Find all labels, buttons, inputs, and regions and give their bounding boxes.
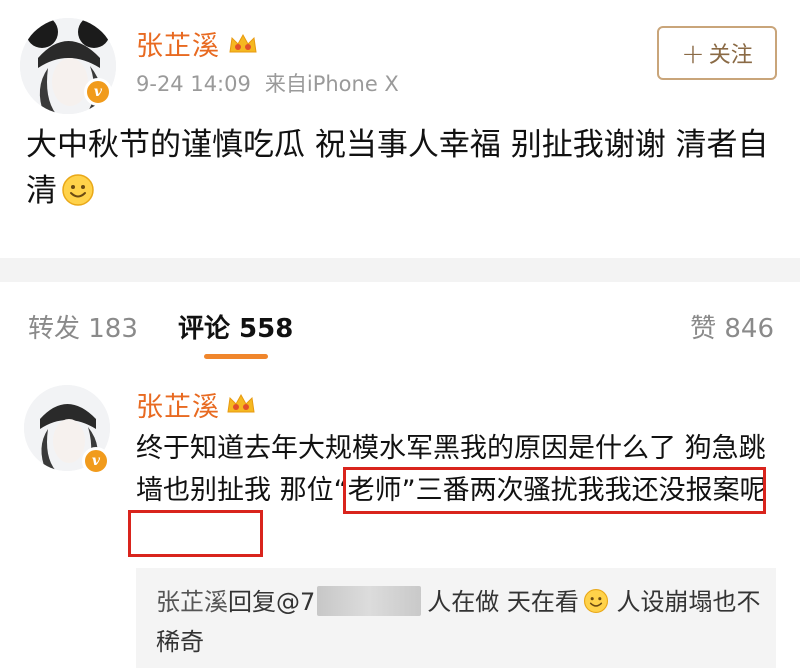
reply-prefix: 回复@ xyxy=(228,588,300,616)
vip-crown-icon xyxy=(227,393,255,413)
verified-v-icon: v xyxy=(82,447,110,475)
redacted-mention xyxy=(317,586,422,616)
follow-label: 关注 xyxy=(708,43,753,68)
reply-author[interactable]: 张芷溪 xyxy=(156,588,228,616)
reply-text: 张芷溪回复@7 人在做 天在看 人设崩塌也不稀奇 xyxy=(156,582,766,662)
vip-crown-icon xyxy=(229,33,257,53)
post-text: 大中秋节的谨慎吃瓜 祝当事人幸福 别扯我谢谢 清者自清 xyxy=(26,122,778,214)
post-time: 9-24 14:09 xyxy=(136,72,251,96)
smile-emoji-icon xyxy=(583,588,608,614)
tab-repost[interactable]: 转发 183 xyxy=(28,308,138,345)
comment-username[interactable]: 张芷溪 xyxy=(136,385,220,424)
post-username[interactable]: 张芷溪 xyxy=(136,24,220,63)
reply-box[interactable]: 张芷溪回复@7 人在做 天在看 人设崩塌也不稀奇 xyxy=(136,568,776,668)
post-source: 来自iPhone X xyxy=(264,72,399,96)
post-body: 大中秋节的谨慎吃瓜 祝当事人幸福 别扯我谢谢 清者自清 xyxy=(26,127,769,209)
section-divider xyxy=(0,258,800,282)
tab-comments[interactable]: 评论 558 xyxy=(178,308,293,345)
highlight-box xyxy=(343,467,766,514)
active-tab-indicator xyxy=(204,354,268,359)
smile-emoji-icon xyxy=(62,174,94,206)
reply-mention-partial: 7 xyxy=(300,588,316,616)
highlight-box xyxy=(128,510,263,557)
weibo-post: v 张芷溪 9-24 14:09 来自iPhone X + 关注 大中秋节的谨慎吃… xyxy=(0,0,800,258)
interaction-tabs: 转发 183 评论 558 赞 846 xyxy=(0,282,800,364)
verified-v-icon: v xyxy=(84,78,112,106)
post-meta: 9-24 14:09 来自iPhone X xyxy=(136,68,399,98)
tab-likes[interactable]: 赞 846 xyxy=(690,308,774,345)
reply-body: 人在做 天在看 xyxy=(427,588,579,616)
plus-icon: + xyxy=(681,36,705,70)
follow-button[interactable]: + 关注 xyxy=(657,26,777,80)
